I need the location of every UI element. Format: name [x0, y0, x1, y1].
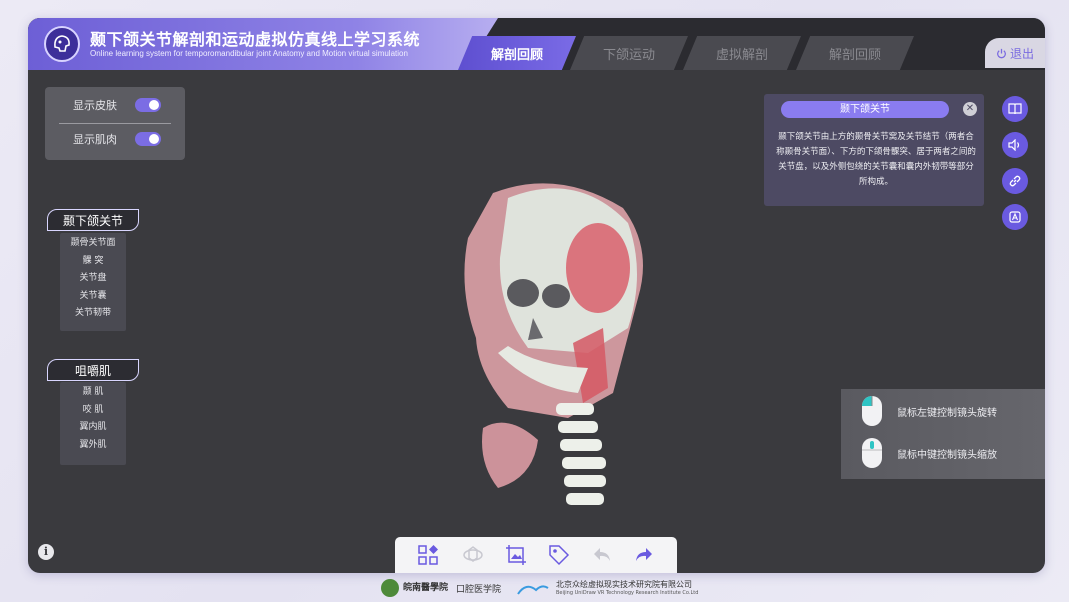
menu-item-condyle[interactable]: 髁 突 — [60, 253, 126, 271]
mouse-middle-icon — [862, 438, 882, 468]
components-icon — [418, 545, 438, 565]
redo-icon — [636, 548, 652, 561]
power-icon — [997, 48, 1006, 58]
mouse-left-icon — [862, 396, 882, 426]
info-card: 颞下颌关节 ✕ 颞下颌关节由上方的颞骨关节窝及关节结节（两者合称颞骨关节面）、下… — [764, 94, 984, 206]
components-button[interactable] — [417, 544, 439, 566]
hint-rotate-text: 鼠标左键控制镜头旋转 — [897, 407, 997, 419]
company-name: 北京众绘虚拟现实技术研究院有限公司 — [556, 580, 692, 589]
footer: 皖南醫學院 口腔医学院 北京众绘虚拟现实技术研究院有限公司 Beijing Un… — [0, 576, 1069, 602]
undo-button[interactable] — [591, 544, 613, 566]
book-button[interactable] — [1002, 96, 1028, 122]
toggle-muscle-label: 显示肌肉 — [73, 133, 117, 146]
screenshot-button[interactable] — [505, 544, 527, 566]
audio-button[interactable] — [1002, 132, 1028, 158]
toggle-muscle-row: 显示肌肉 — [45, 126, 185, 152]
app-window: 颞下颌关节解剖和运动虚拟仿真线上学习系统 Online learning sys… — [28, 18, 1045, 573]
redo-button[interactable] — [633, 544, 655, 566]
book-icon — [1008, 103, 1022, 115]
menu-item-articular-disc[interactable]: 关节盘 — [60, 270, 126, 288]
tab-anatomy-review[interactable]: 解剖回顾 — [458, 36, 576, 70]
bottom-toolbar — [395, 537, 677, 573]
toggle-muscle-switch[interactable] — [135, 132, 161, 146]
app-title: 颞下颌关节解剖和运动虚拟仿真线上学习系统 — [90, 30, 421, 49]
toggle-divider — [59, 123, 171, 124]
menu-item-joint-ligament[interactable]: 关节韧带 — [60, 305, 126, 323]
rotate-icon — [463, 546, 483, 562]
mouse-hint-panel: 鼠标左键控制镜头旋转 鼠标中键控制镜头缩放 — [841, 389, 1045, 479]
logout-label: 退出 — [1009, 46, 1034, 61]
link-icon — [1009, 175, 1021, 187]
toggle-skin-row: 显示皮肤 — [45, 92, 185, 118]
info-icon[interactable]: i — [38, 544, 54, 560]
hint-row-zoom: 鼠标中键控制镜头缩放 — [861, 437, 997, 469]
unidraw-logo — [517, 585, 549, 595]
menu-item-joint-capsule[interactable]: 关节囊 — [60, 288, 126, 306]
hint-zoom-text: 鼠标中键控制镜头缩放 — [897, 449, 997, 461]
app-subtitle: Online learning system for temporomandib… — [90, 49, 408, 58]
school-dept: 口腔医学院 — [456, 585, 502, 595]
close-icon[interactable]: ✕ — [963, 102, 977, 116]
tab-jaw-movement[interactable]: 下颌运动 — [570, 36, 688, 70]
app-logo — [44, 26, 80, 62]
header: 颞下颌关节解剖和运动虚拟仿真线上学习系统 Online learning sys… — [28, 18, 1045, 70]
display-toggle-panel: 显示皮肤 显示肌肉 — [45, 87, 185, 160]
logout-button[interactable]: 退出 — [985, 38, 1045, 68]
speaker-icon — [1008, 139, 1020, 151]
menu-masticatory-header[interactable]: 咀嚼肌 — [47, 359, 139, 381]
toggle-skin-label: 显示皮肤 — [73, 99, 117, 112]
ai-button[interactable] — [1002, 204, 1028, 230]
menu-item-masseter[interactable]: 咬 肌 — [60, 402, 126, 420]
rotate-button[interactable] — [462, 544, 484, 566]
menu-item-temporal-articular-surface[interactable]: 颞骨关节面 — [60, 235, 126, 253]
info-card-body: 颞下颌关节由上方的颞骨关节窝及关节结节（两者合称颞骨关节面）、下方的下颌骨髁突、… — [776, 132, 976, 187]
school-logo — [381, 579, 399, 597]
title-block: 颞下颌关节解剖和运动虚拟仿真线上学习系统 Online learning sys… — [28, 18, 498, 70]
company-name-en: Beijing UniDraw VR Technology Research I… — [556, 590, 699, 596]
menu-item-temporalis[interactable]: 颞 肌 — [60, 384, 126, 402]
tab-virtual-dissection[interactable]: 虚拟解剖 — [683, 36, 801, 70]
toggle-skin-switch[interactable] — [135, 98, 161, 112]
screenshot-icon — [506, 545, 526, 565]
tag-button[interactable] — [548, 544, 570, 566]
menu-tmj-header[interactable]: 颞下颌关节 — [47, 209, 139, 231]
skull-3d-model[interactable] — [438, 178, 658, 523]
menu-masticatory-list: 颞 肌 咬 肌 翼内肌 翼外肌 — [60, 382, 126, 465]
link-button[interactable] — [1002, 168, 1028, 194]
tag-icon — [549, 545, 570, 566]
undo-icon — [594, 548, 610, 561]
menu-item-lateral-pterygoid[interactable]: 翼外肌 — [60, 437, 126, 455]
hint-row-rotate: 鼠标左键控制镜头旋转 — [861, 395, 997, 427]
school-name: 皖南醫學院 — [403, 583, 449, 593]
tab-anatomy-review-2[interactable]: 解剖回顾 — [796, 36, 914, 70]
info-card-title: 颞下颌关节 — [781, 101, 949, 118]
menu-tmj-list: 颞骨关节面 髁 突 关节盘 关节囊 关节韧带 — [60, 233, 126, 331]
menu-item-medial-pterygoid[interactable]: 翼内肌 — [60, 419, 126, 437]
ai-icon — [1009, 211, 1021, 223]
